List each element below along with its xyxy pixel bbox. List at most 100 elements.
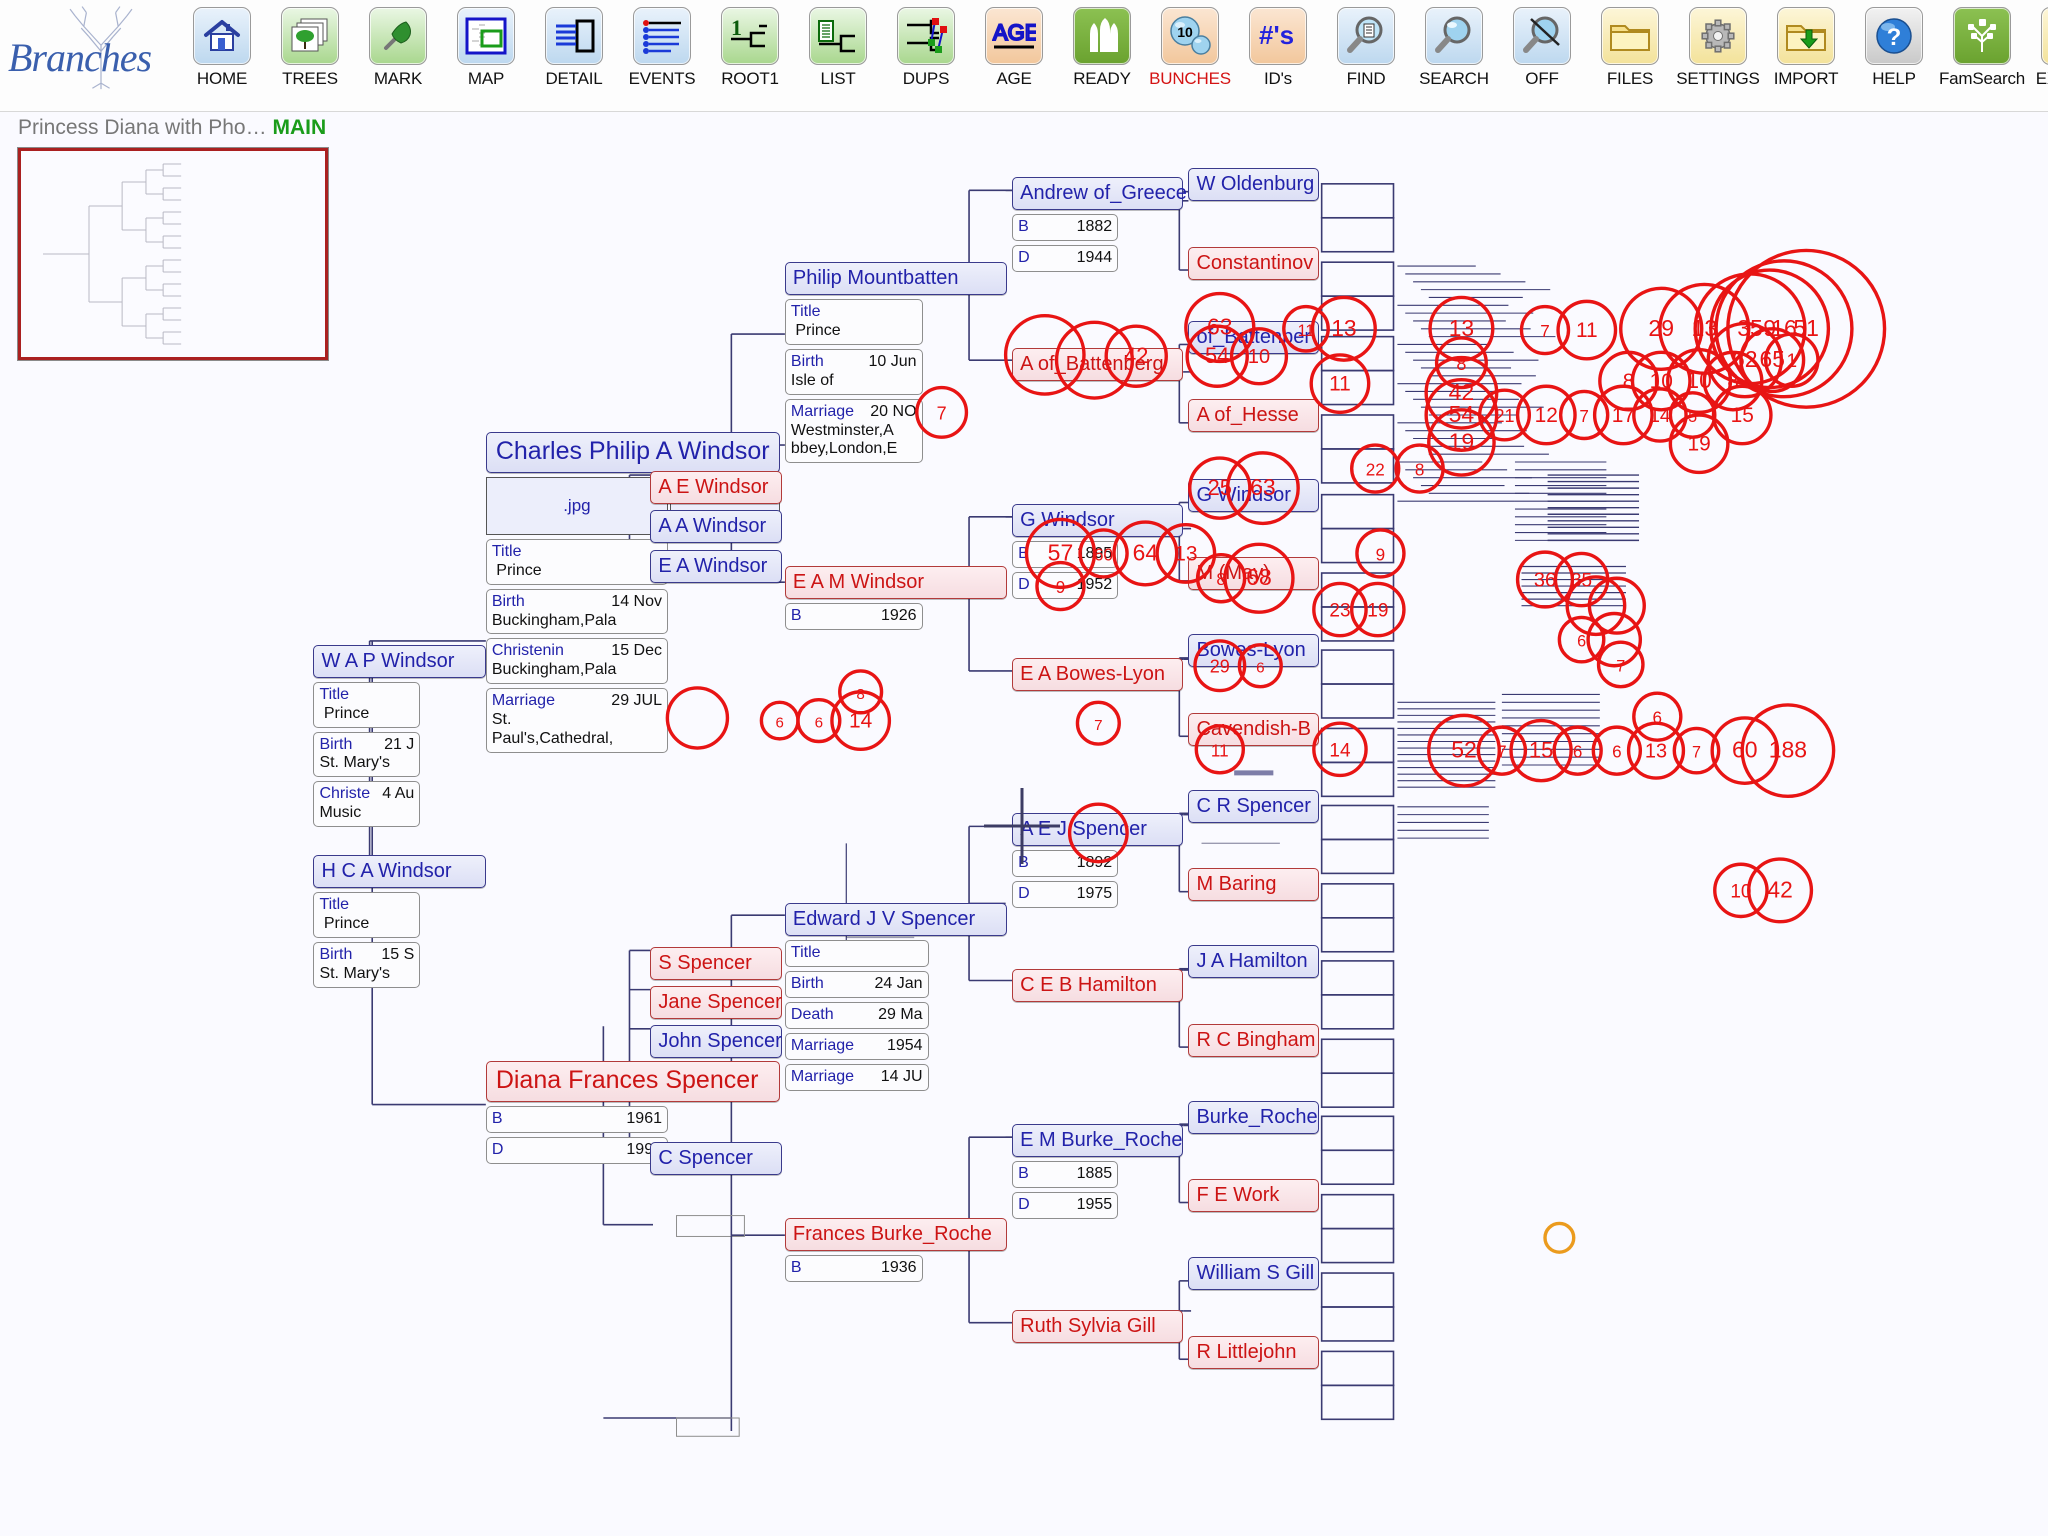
person-node[interactable]: Frances Burke_Roche B 1936 [784, 1218, 1007, 1283]
person-name-bar[interactable]: Edward J V Spencer [784, 903, 1007, 937]
person-name-bar[interactable]: A of_Battenberg [1012, 348, 1184, 382]
person-node[interactable]: Bowes-Lyon [1188, 634, 1320, 668]
child-name-bar[interactable]: S Spencer [650, 946, 783, 980]
toolbar-button-settings[interactable]: SETTINGS [1674, 0, 1762, 108]
toolbar-button-home[interactable]: HOME [178, 0, 266, 108]
person-name-bar[interactable]: of_Battenber [1188, 320, 1320, 354]
person-name-bar[interactable]: R C Bingham [1188, 1023, 1320, 1057]
person-node[interactable]: E M Burke_Roche B 1885 D 1955 [1012, 1124, 1184, 1219]
person-name-bar[interactable]: C R Spencer [1188, 789, 1320, 823]
child-name-bar[interactable]: Jane Spencer [650, 985, 783, 1019]
toolbar-button-age[interactable]: AGE AGE [970, 0, 1058, 108]
child-name-bar[interactable]: C Spencer [650, 1142, 783, 1176]
person-node[interactable]: A of_Battenberg [1012, 348, 1184, 382]
child-node[interactable]: John Spencer [650, 1024, 783, 1058]
person-name-bar[interactable]: J A Hamilton [1188, 945, 1320, 979]
person-name-bar[interactable]: Charles Philip A Windsor [485, 431, 780, 473]
toolbar-button-detail[interactable]: DETAIL [530, 0, 618, 108]
person-node[interactable]: Philip Mountbatten Title Prince Birth 10 Ju… [784, 262, 1007, 464]
person-node[interactable]: E A Bowes-Lyon [1012, 657, 1184, 691]
toolbar-button-events[interactable]: EVENTS [618, 0, 706, 108]
person-name-bar[interactable]: Ruth Sylvia Gill [1012, 1309, 1184, 1343]
person-node[interactable]: R Littlejohn [1188, 1335, 1320, 1369]
person-node[interactable]: Constantinov [1188, 246, 1320, 280]
person-node[interactable]: W Oldenburg [1188, 168, 1320, 202]
person-name-bar[interactable]: E A Bowes-Lyon [1012, 657, 1184, 691]
detail-value: 14 Nov [611, 592, 662, 610]
person-name-bar[interactable]: A of_Hesse [1188, 399, 1320, 433]
toolbar-button-ready[interactable]: READY [1058, 0, 1146, 108]
toolbar-button-map[interactable]: MAP [442, 0, 530, 108]
person-name-bar[interactable]: Frances Burke_Roche [784, 1218, 1007, 1252]
person-name-bar[interactable]: W Oldenburg [1188, 168, 1320, 202]
toolbar-button-mark[interactable]: MARK [354, 0, 442, 108]
toolbar-button-export[interactable]: EXPORT [2026, 0, 2048, 108]
toolbar-button-list[interactable]: LIST [794, 0, 882, 108]
person-node[interactable]: G Windsor B 1895 D 1952 [1012, 503, 1184, 599]
child-node[interactable]: Jane Spencer [650, 985, 783, 1019]
person-name-bar[interactable]: H C A Windsor [313, 855, 486, 889]
toolbar-button-off[interactable]: OFF [1498, 0, 1586, 108]
person-node[interactable]: G Windsor [1188, 478, 1320, 512]
pedigree-canvas[interactable]: W A P Windsor Title Prince Birth 21 J St. Ma… [0, 112, 2048, 1536]
person-name-bar[interactable]: M (May) [1188, 557, 1320, 591]
person-name-bar[interactable]: Cavendish-B [1188, 712, 1320, 746]
toolbar-button-help[interactable]: ? HELP [1850, 0, 1938, 108]
toolbar-button-bunches[interactable]: 10 BUNCHES [1146, 0, 1234, 108]
person-node[interactable]: H C A Windsor Title Prince Birth 15 S St. Ma… [313, 855, 486, 988]
child-name-bar[interactable]: E A Windsor [650, 549, 783, 583]
child-node[interactable]: C Spencer [650, 1142, 783, 1176]
person-node[interactable]: A of_Hesse [1188, 399, 1320, 433]
person-name-bar[interactable]: Burke_Roche [1188, 1100, 1320, 1134]
child-name-bar[interactable]: John Spencer [650, 1024, 783, 1058]
toolbar-button-trees[interactable]: TREES [266, 0, 354, 108]
person-name-bar[interactable]: Diana Frances Spencer [485, 1061, 780, 1103]
person-node[interactable]: C E B Hamilton [1012, 968, 1184, 1002]
child-node[interactable]: A E Windsor [650, 471, 783, 505]
person-name-bar[interactable]: Bowes-Lyon [1188, 634, 1320, 668]
person-node[interactable]: Edward J V Spencer Title Birth 24 Jan Death 2… [784, 903, 1007, 1091]
person-node[interactable]: M (May) [1188, 557, 1320, 591]
person-name-bar[interactable]: E A M Windsor [784, 566, 1007, 600]
person-node[interactable]: Ruth Sylvia Gill [1012, 1309, 1184, 1343]
toolbar-button-dups[interactable]: DUPS [882, 0, 970, 108]
person-node[interactable]: William S Gill [1188, 1257, 1320, 1291]
svg-text:1: 1 [731, 18, 742, 40]
person-name-bar[interactable]: W A P Windsor [313, 644, 486, 678]
person-name-bar[interactable]: G Windsor [1188, 478, 1320, 512]
toolbar-button-import[interactable]: IMPORT [1762, 0, 1850, 108]
person-name-bar[interactable]: F E Work [1188, 1179, 1320, 1212]
person-name-bar[interactable]: Andrew of_Greece [1012, 177, 1187, 211]
person-name-bar[interactable]: Constantinov [1188, 246, 1320, 280]
person-name-bar[interactable]: G Windsor [1012, 503, 1184, 537]
person-node[interactable]: W A P Windsor Title Prince Birth 21 J St. Ma… [313, 644, 486, 828]
person-node[interactable]: Andrew of_Greece B 1882 D 1944 [1012, 177, 1187, 273]
person-name-bar[interactable]: William S Gill [1188, 1257, 1320, 1291]
person-node[interactable]: Burke_Roche [1188, 1100, 1320, 1134]
person-node[interactable]: M Baring [1188, 868, 1320, 902]
person-node[interactable]: Cavendish-B [1188, 712, 1320, 746]
person-name-bar[interactable]: E M Burke_Roche [1012, 1124, 1184, 1158]
person-node[interactable]: F E Work [1188, 1179, 1320, 1212]
person-name-bar[interactable]: M Baring [1188, 868, 1320, 902]
toolbar-button-root1[interactable]: 1 ROOT1 [706, 0, 794, 108]
toolbar-button-id-s[interactable]: #'s ID's [1234, 0, 1322, 108]
toolbar-button-search[interactable]: SEARCH [1410, 0, 1498, 108]
person-node[interactable]: of_Battenber [1188, 320, 1320, 354]
person-name-bar[interactable]: R Littlejohn [1188, 1335, 1320, 1369]
person-node[interactable]: E A M Windsor B 1926 [784, 566, 1007, 631]
toolbar-button-find[interactable]: FIND [1322, 0, 1410, 108]
person-name-bar[interactable]: Philip Mountbatten [784, 262, 1007, 296]
child-name-bar[interactable]: A A Windsor [650, 510, 783, 544]
toolbar-button-files[interactable]: FILES [1586, 0, 1674, 108]
person-photo[interactable]: .jpg [485, 476, 668, 535]
person-name-bar[interactable]: C E B Hamilton [1012, 968, 1184, 1002]
child-node[interactable]: E A Windsor [650, 549, 783, 583]
person-node[interactable]: C R Spencer [1188, 789, 1320, 823]
person-node[interactable]: R C Bingham [1188, 1023, 1320, 1057]
toolbar-button-famsearch[interactable]: FamSearch [1938, 0, 2026, 108]
child-node[interactable]: A A Windsor [650, 510, 783, 544]
child-name-bar[interactable]: A E Windsor [650, 471, 783, 505]
child-node[interactable]: S Spencer [650, 946, 783, 980]
person-node[interactable]: J A Hamilton [1188, 945, 1320, 979]
